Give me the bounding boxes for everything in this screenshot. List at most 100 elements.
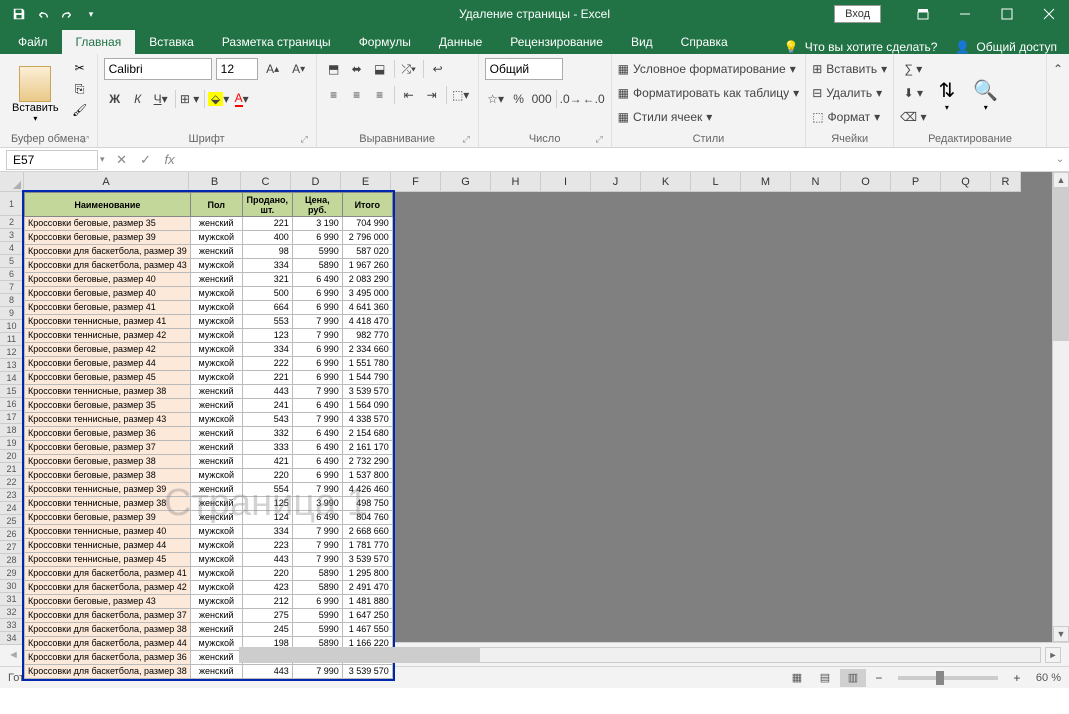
cell[interactable]: 500 [242,287,292,301]
table-row[interactable]: Кроссовки беговые, размер 35женский2416 … [25,399,393,413]
cell[interactable]: 7 990 [292,413,342,427]
cell[interactable]: 1 481 880 [342,595,392,609]
table-row[interactable]: Кроссовки беговые, размер 40мужской5006 … [25,287,393,301]
cell[interactable]: мужской [190,539,242,553]
table-row[interactable]: Кроссовки теннисные, размер 44мужской223… [25,539,393,553]
cell[interactable]: 1 564 090 [342,399,392,413]
cell[interactable]: 7 990 [292,329,342,343]
maximize-icon[interactable] [987,0,1027,28]
table-row[interactable]: Кроссовки для баскетбола, размер 38женск… [25,665,393,679]
table-header[interactable]: Итого [342,193,392,217]
cell[interactable]: женский [190,455,242,469]
table-row[interactable]: Кроссовки для баскетбола, размер 43мужск… [25,259,393,273]
cell[interactable]: мужской [190,301,242,315]
cell[interactable]: женский [190,665,242,679]
row-header[interactable]: 23 [0,489,24,502]
row-header[interactable]: 1 [0,192,24,216]
cell[interactable]: 982 770 [342,329,392,343]
cell[interactable]: 245 [242,623,292,637]
table-row[interactable]: Кроссовки для баскетбола, размер 37женск… [25,609,393,623]
cell[interactable]: мужской [190,259,242,273]
bold-button[interactable]: Ж [104,88,126,110]
table-row[interactable]: Кроссовки беговые, размер 44мужской2226 … [25,357,393,371]
row-header[interactable]: 16 [0,398,24,411]
vertical-scrollbar[interactable]: ▲ ▼ [1052,172,1069,642]
font-name-input[interactable] [104,58,212,80]
cell[interactable]: 5990 [292,609,342,623]
cell[interactable]: Кроссовки для баскетбола, размер 38 [25,665,191,679]
cell[interactable]: Кроссовки беговые, размер 44 [25,357,191,371]
row-header[interactable]: 30 [0,580,24,593]
cell[interactable]: 443 [242,385,292,399]
close-icon[interactable] [1029,0,1069,28]
table-row[interactable]: Кроссовки теннисные, размер 39женский554… [25,483,393,497]
cell[interactable]: 2 491 470 [342,581,392,595]
data-table[interactable]: НаименованиеПолПродано, шт.Цена, руб.Ито… [24,192,393,679]
scroll-down-icon[interactable]: ▼ [1053,626,1069,642]
cell[interactable]: Кроссовки теннисные, размер 38 [25,385,191,399]
cell[interactable]: мужской [190,343,242,357]
cell[interactable]: 332 [242,427,292,441]
col-header-K[interactable]: K [641,172,691,192]
row-header[interactable]: 7 [0,281,24,294]
cell[interactable]: 543 [242,413,292,427]
cell[interactable]: Кроссовки для баскетбола, размер 36 [25,651,191,665]
row-header[interactable]: 21 [0,463,24,476]
cell[interactable]: 6 990 [292,287,342,301]
cell[interactable]: 6 990 [292,231,342,245]
table-row[interactable]: Кроссовки беговые, размер 35женский2213 … [25,217,393,231]
cell[interactable]: 334 [242,259,292,273]
col-header-P[interactable]: P [891,172,941,192]
cell[interactable]: 5990 [292,245,342,259]
table-row[interactable]: Кроссовки для баскетбола, размер 41мужск… [25,567,393,581]
row-header[interactable]: 8 [0,294,24,307]
row-header[interactable]: 28 [0,554,24,567]
cell[interactable]: Кроссовки для баскетбола, размер 39 [25,245,191,259]
autosum-button[interactable]: ∑ ▾ [900,58,926,80]
col-header-D[interactable]: D [291,172,341,192]
table-row[interactable]: Кроссовки теннисные, размер 38женский443… [25,385,393,399]
col-header-R[interactable]: R [991,172,1021,192]
cell[interactable]: мужской [190,329,242,343]
cell[interactable]: 3 539 570 [342,553,392,567]
cell[interactable]: 1 544 790 [342,371,392,385]
cell[interactable]: 1 647 250 [342,609,392,623]
find-select-button[interactable]: 🔍▾ [967,58,1004,131]
row-header[interactable]: 34 [0,632,24,645]
tab-review[interactable]: Рецензирование [496,30,617,54]
cell[interactable]: 7 990 [292,665,342,679]
percent-icon[interactable]: % [508,88,530,110]
col-header-A[interactable]: A [24,172,189,192]
cell[interactable]: 6 990 [292,301,342,315]
cell[interactable]: 98 [242,245,292,259]
row-header[interactable]: 9 [0,307,24,320]
table-row[interactable]: Кроссовки беговые, размер 36женский3326 … [25,427,393,441]
cell[interactable]: 3 190 [292,217,342,231]
row-header[interactable]: 18 [0,424,24,437]
cell[interactable]: Кроссовки теннисные, размер 45 [25,553,191,567]
cell[interactable]: мужской [190,553,242,567]
table-row[interactable]: Кроссовки для баскетбола, размер 38женск… [25,623,393,637]
cell[interactable]: 443 [242,665,292,679]
cell[interactable]: Кроссовки беговые, размер 35 [25,399,191,413]
insert-cells-button[interactable]: ⊞Вставить ▾ [812,58,887,80]
share-button[interactable]: 👤Общий доступ [955,40,1057,54]
enter-formula-icon[interactable]: ✓ [135,150,157,170]
cell[interactable]: 221 [242,217,292,231]
cell[interactable]: 4 641 360 [342,301,392,315]
cell[interactable]: 423 [242,581,292,595]
scroll-right-icon[interactable]: ► [1045,647,1061,663]
tab-file[interactable]: Файл [4,30,62,54]
cell[interactable]: 3 990 [292,497,342,511]
cell[interactable]: 2 732 290 [342,455,392,469]
row-header[interactable]: 10 [0,320,24,333]
cell[interactable]: 3 495 000 [342,287,392,301]
cell[interactable]: женский [190,609,242,623]
cell[interactable]: мужской [190,413,242,427]
cell[interactable]: мужской [190,231,242,245]
cell[interactable]: 2 154 680 [342,427,392,441]
cell[interactable]: женский [190,273,242,287]
cell[interactable]: женский [190,427,242,441]
table-row[interactable]: Кроссовки теннисные, размер 38женский125… [25,497,393,511]
expand-formula-icon[interactable]: ⌄ [1051,154,1069,165]
